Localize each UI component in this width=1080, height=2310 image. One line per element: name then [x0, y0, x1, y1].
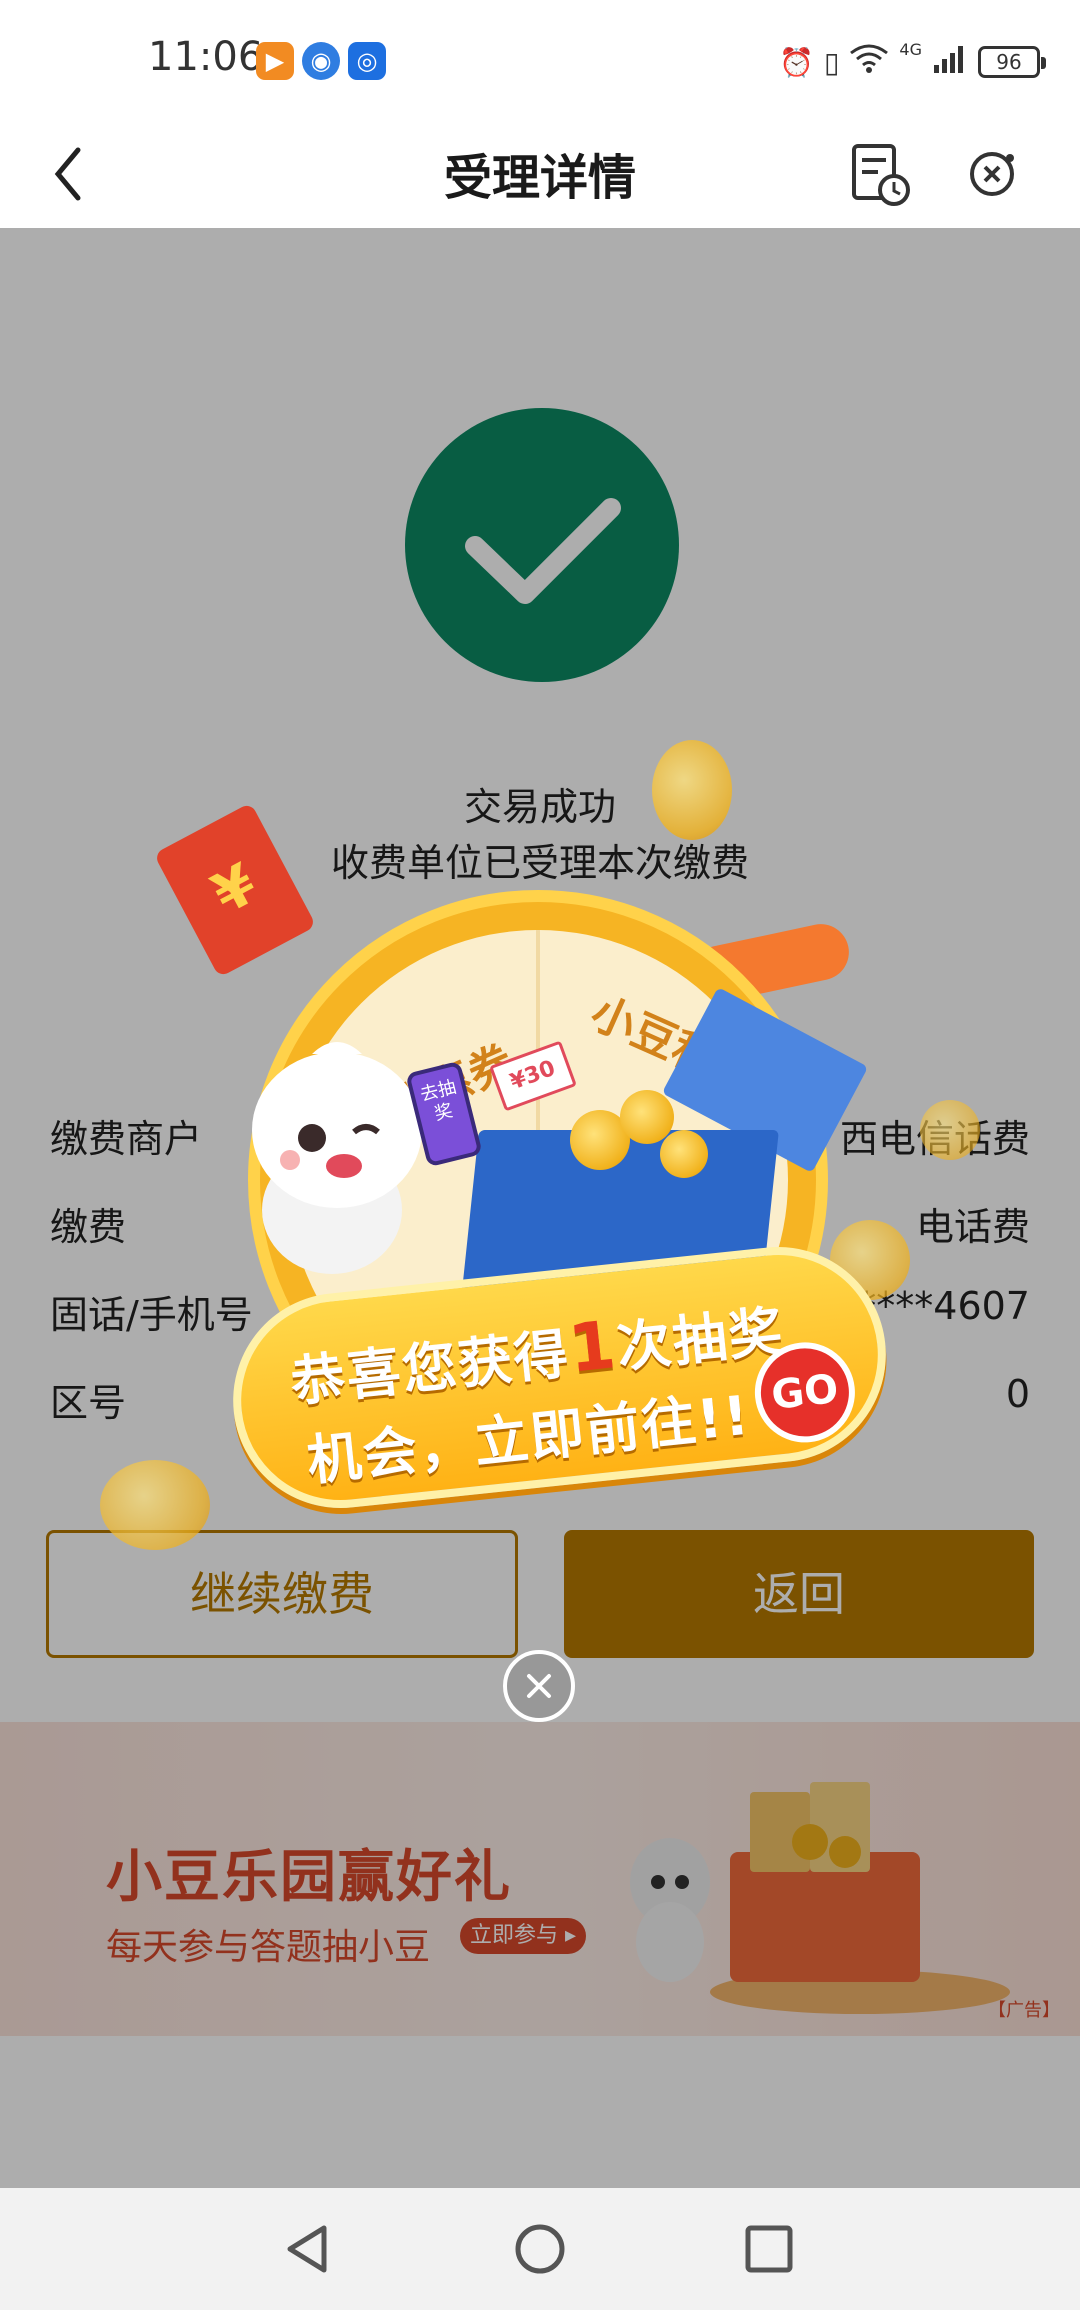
- alarm-icon: ⏰: [779, 45, 814, 79]
- page-title: 受理详情: [443, 150, 636, 206]
- back-triangle-icon: [287, 2225, 327, 2273]
- vibrate-icon: ▯: [824, 45, 840, 79]
- status-time: 11:06: [148, 34, 264, 80]
- browser-app-icon: ◉: [302, 42, 340, 80]
- recents-square-icon: [745, 2225, 793, 2273]
- battery-icon: 96: [978, 46, 1046, 78]
- close-circle-icon: [527, 1674, 551, 1698]
- nav-recents-button[interactable]: [734, 2214, 804, 2284]
- status-indicators: ⏰ ▯ 4G 96: [779, 40, 1046, 84]
- close-mini-program-button[interactable]: [952, 134, 1032, 214]
- nav-back-button[interactable]: [272, 2214, 342, 2284]
- system-nav-bar: [0, 2188, 1080, 2310]
- network-type: 4G: [899, 40, 922, 59]
- coin-decoration: [100, 1460, 210, 1550]
- app-header: 受理详情: [0, 120, 1080, 228]
- nav-home-button[interactable]: [505, 2214, 575, 2284]
- coin-decoration: [920, 1100, 980, 1160]
- coin-decoration: [620, 1090, 674, 1144]
- home-circle-icon: [515, 2224, 565, 2274]
- prize-count: 1: [565, 1306, 621, 1388]
- status-bar: 11:06 ▶ ◉ ◎ ⏰ ▯ 4G 96: [0, 0, 1080, 120]
- coin-decoration: [652, 740, 732, 840]
- wifi-icon: [849, 43, 889, 82]
- coin-decoration: [660, 1130, 708, 1178]
- history-record-icon: [852, 144, 910, 206]
- signal-icon: [932, 43, 968, 82]
- history-record-button[interactable]: [838, 134, 918, 214]
- video-app-icon: ▶: [256, 42, 294, 80]
- mascot-character: [252, 1042, 422, 1274]
- assistant-app-icon: ◎: [348, 42, 386, 80]
- popup-close-button[interactable]: [503, 1650, 575, 1722]
- close-mini-program-icon: [970, 152, 1014, 196]
